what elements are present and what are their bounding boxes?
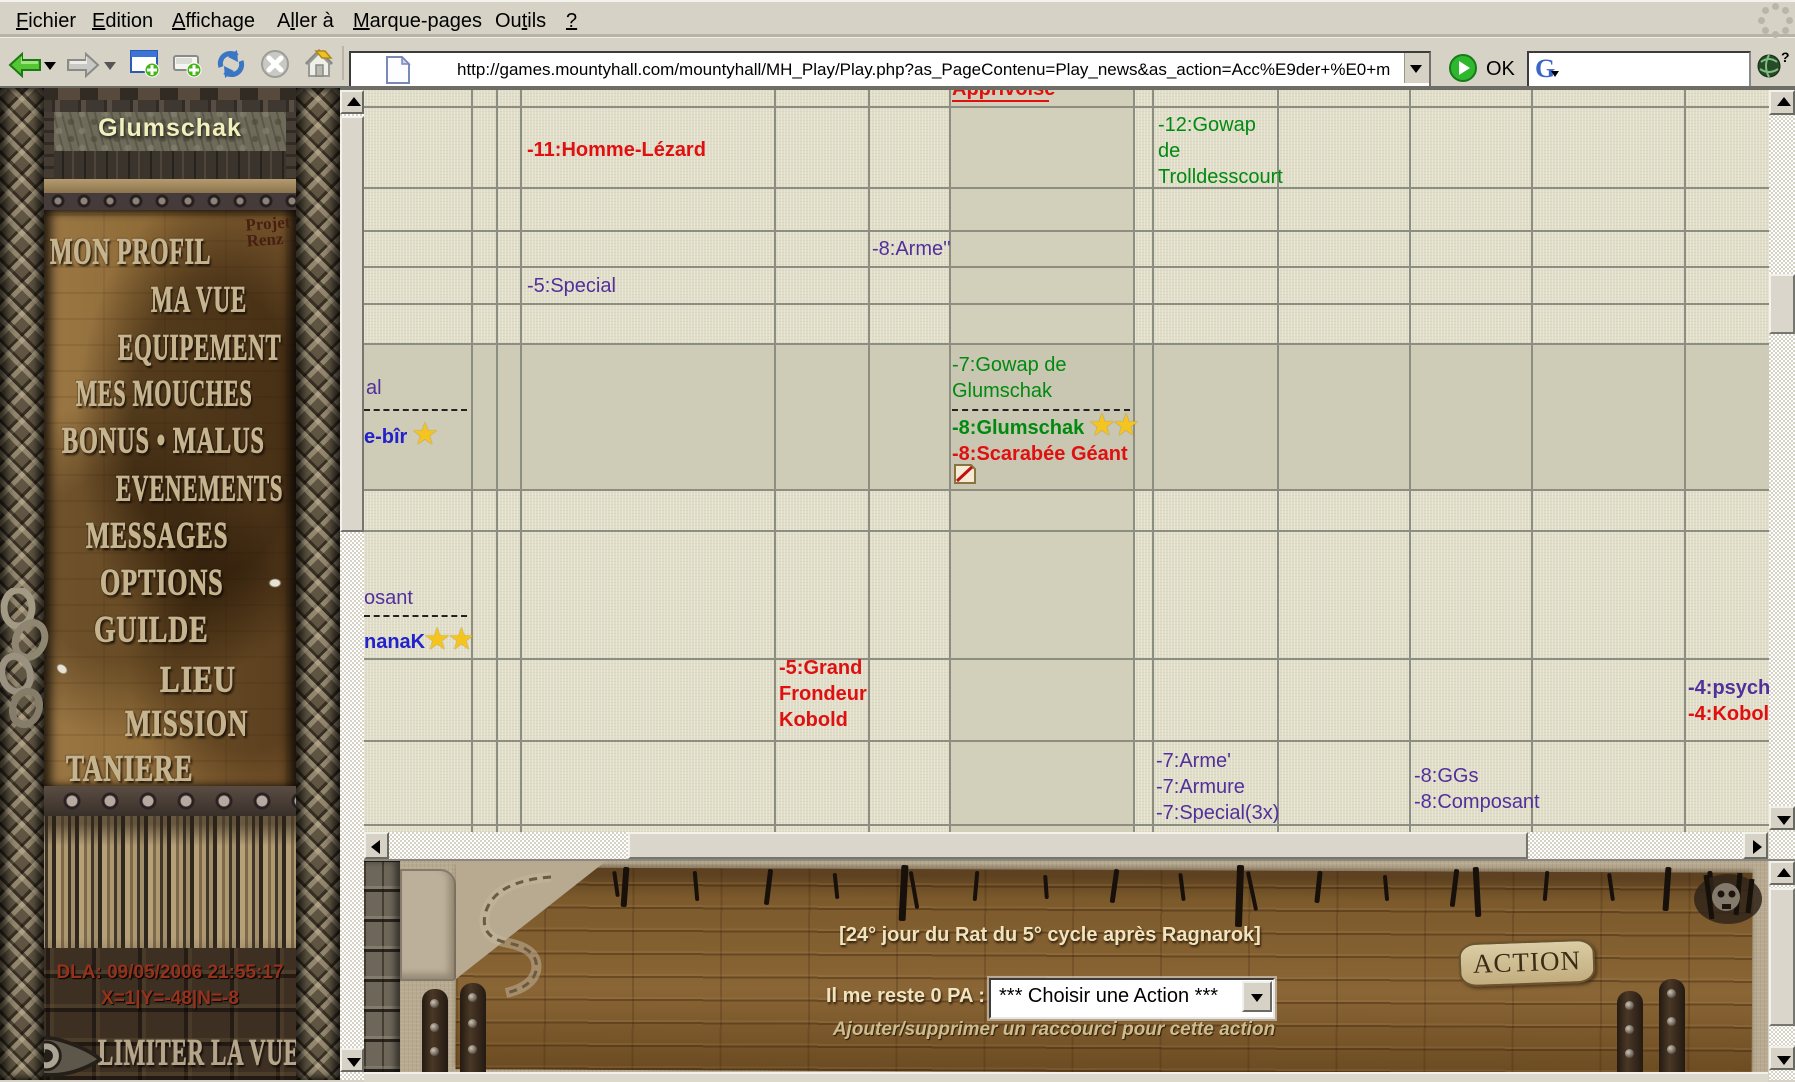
svg-text:?: ? (1781, 50, 1790, 65)
